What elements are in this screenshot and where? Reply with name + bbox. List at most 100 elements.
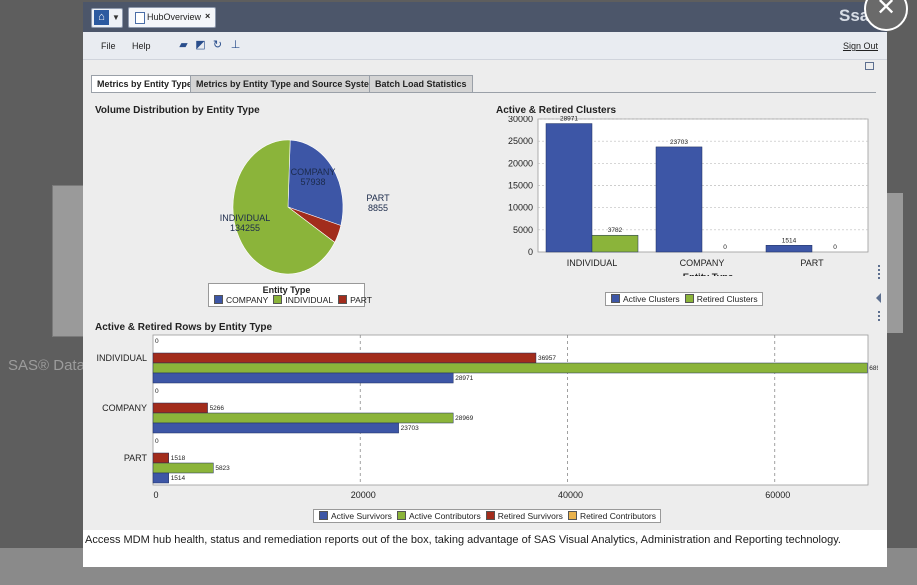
rows-bar-active-survivors-individual bbox=[152, 372, 454, 384]
rows-data-label: 36957 bbox=[538, 355, 556, 362]
rows-bar-active-survivors-part bbox=[152, 472, 169, 484]
rows-data-label: 28969 bbox=[455, 415, 473, 422]
rows-data-label: 68927 bbox=[869, 365, 878, 372]
pie-legend-title: Entity Type bbox=[262, 285, 311, 295]
refresh-icon[interactable]: ↻ bbox=[212, 40, 223, 51]
rows-data-label: 1514 bbox=[171, 475, 186, 482]
clusters-data-label: 23703 bbox=[670, 139, 688, 146]
pie-legend-swatch-individual bbox=[273, 295, 283, 304]
clusters-y-tick: 5000 bbox=[513, 225, 533, 235]
tab-batch-load-statistics[interactable]: Batch Load Statistics bbox=[369, 75, 473, 93]
tab-metrics-by-entity-type[interactable]: Metrics by Entity Type bbox=[91, 75, 198, 93]
rows-bar-active-contributors-individual bbox=[152, 362, 868, 374]
rows-bar-active-survivors-company bbox=[152, 422, 399, 434]
rows-x-tick: 40000 bbox=[558, 490, 583, 500]
rows-legend-label-active-survivors: Active Survivors bbox=[331, 511, 392, 521]
pie-legend-items: COMPANY INDIVIDUAL PART bbox=[209, 295, 372, 305]
chevron-down-icon[interactable]: ▼ bbox=[112, 13, 120, 22]
rows-x-tick: 0 bbox=[153, 490, 158, 500]
clusters-x-tick: PART bbox=[800, 258, 824, 268]
clusters-y-tick: 0 bbox=[528, 247, 533, 257]
app-title-bar: ⌂ ▼ HubOverview × Ssas bbox=[83, 2, 887, 32]
sign-out-link[interactable]: Sign Out bbox=[843, 41, 878, 51]
rows-bar-retired-survivors-company bbox=[152, 402, 208, 414]
report-content: Metrics by Entity Type Metrics by Entity… bbox=[83, 60, 887, 530]
clusters-data-label: 0 bbox=[723, 244, 727, 251]
pie-legend-swatch-company bbox=[214, 295, 223, 304]
rows-y-tick: PART bbox=[124, 453, 148, 463]
background-caption: SAS® Data bbox=[8, 357, 85, 374]
rows-legend-swatch-active-contributors bbox=[396, 511, 406, 520]
tree-icon[interactable]: ⊥ bbox=[230, 40, 241, 51]
screenshot-caption: Access MDM hub health, status and remedi… bbox=[85, 534, 841, 546]
rows-bar-chart: 0 20000 40000 60000 0 36957 68927 28971 INDIVIDU… bbox=[96, 334, 878, 500]
tab-metrics-by-entity-type-and-source[interactable]: Metrics by Entity Type and Source System bbox=[190, 75, 383, 93]
hub-overview-tab[interactable]: HubOverview × bbox=[128, 7, 216, 28]
pie-value-company: 57938 bbox=[300, 177, 325, 187]
document-icon bbox=[135, 12, 145, 24]
rows-legend-label-retired-contributors: Retired Contributors bbox=[579, 511, 656, 521]
clusters-y-tick: 10000 bbox=[508, 203, 533, 213]
clusters-data-label: 1514 bbox=[782, 237, 797, 244]
maximize-icon[interactable] bbox=[865, 62, 874, 70]
tab-panel-border bbox=[91, 92, 876, 93]
clusters-bar-chart: 0 5000 10000 15000 20000 25000 30000 28971 3782 I… bbox=[508, 116, 869, 276]
folder-open-icon[interactable]: ▰ bbox=[178, 40, 189, 51]
clusters-y-tick: 15000 bbox=[508, 181, 533, 191]
rows-legend-swatch-retired-contributors bbox=[567, 511, 577, 520]
tab-close-icon[interactable]: × bbox=[205, 11, 210, 21]
rows-data-label: 5823 bbox=[215, 465, 230, 472]
clusters-data-label: 28971 bbox=[560, 116, 578, 123]
rows-data-label: 0 bbox=[155, 388, 159, 395]
background-thumbnail bbox=[52, 185, 86, 337]
clusters-x-axis-label: Entity Type bbox=[683, 272, 734, 276]
hub-overview-tab-label: HubOverview bbox=[147, 12, 202, 22]
clusters-x-tick: INDIVIDUAL bbox=[567, 258, 618, 268]
pie-label-part: PART bbox=[366, 193, 390, 203]
pie-label-company: COMPANY bbox=[291, 167, 336, 177]
rows-y-tick: COMPANY bbox=[102, 403, 147, 413]
clusters-bar-active-clusters-company bbox=[655, 146, 703, 253]
rows-legend-label-active-contributors: Active Contributors bbox=[408, 511, 481, 521]
pie-chart-title: Volume Distribution by Entity Type bbox=[95, 105, 260, 116]
rows-data-label: 5266 bbox=[210, 405, 225, 412]
clusters-legend: Active Clusters Retired Clusters bbox=[605, 292, 763, 306]
rows-legend-swatch-active-survivors bbox=[319, 511, 328, 520]
rows-data-label: 0 bbox=[155, 338, 159, 345]
menu-bar: File Help ▰ ◩ ↻ ⊥ Sign Out bbox=[83, 32, 887, 60]
rows-data-label: 0 bbox=[155, 438, 159, 445]
background-thumbnail-right bbox=[886, 193, 903, 333]
rows-bar-retired-survivors-individual bbox=[152, 352, 537, 364]
rows-legend: Active Survivors Active Contributors Retir… bbox=[313, 509, 661, 523]
clusters-y-tick: 20000 bbox=[508, 158, 533, 168]
menu-file[interactable]: File bbox=[101, 41, 116, 51]
rows-legend-items: Active Survivors Active Contributors Retir… bbox=[314, 511, 656, 521]
pie-label-individual: INDIVIDUAL bbox=[220, 213, 271, 223]
pie-legend-label-part: PART bbox=[350, 295, 372, 305]
pie-legend: Entity Type COMPANY INDIVIDUAL PART bbox=[208, 283, 372, 307]
rows-y-tick: INDIVIDUAL bbox=[96, 353, 147, 363]
clusters-y-tick: 30000 bbox=[508, 116, 533, 124]
clusters-y-tick: 25000 bbox=[508, 136, 533, 146]
rows-x-tick: 20000 bbox=[351, 490, 376, 500]
clusters-data-label: 0 bbox=[833, 244, 837, 251]
pie-value-individual: 134255 bbox=[230, 223, 260, 233]
clusters-data-label: 3782 bbox=[608, 227, 623, 234]
report-icon[interactable]: ◩ bbox=[195, 40, 206, 51]
menu-help[interactable]: Help bbox=[132, 41, 151, 51]
rows-legend-label-retired-survivors: Retired Survivors bbox=[497, 511, 563, 521]
pie-legend-swatch-part bbox=[338, 295, 348, 304]
pie-legend-label-company: COMPANY bbox=[226, 295, 269, 305]
side-panel-handle[interactable] bbox=[875, 265, 883, 325]
home-icon: ⌂ bbox=[94, 10, 109, 25]
pie-legend-label-individual: INDIVIDUAL bbox=[285, 295, 334, 305]
rows-data-label: 1518 bbox=[171, 455, 186, 462]
clusters-bar-retired-clusters-individual bbox=[591, 234, 639, 253]
home-button[interactable]: ⌂ ▼ bbox=[91, 8, 123, 28]
clusters-x-tick: COMPANY bbox=[680, 258, 725, 268]
pie-value-part: 8855 bbox=[368, 203, 388, 213]
lightbox: ⌂ ▼ HubOverview × Ssas File Help ▰ ◩ ↻ ⊥… bbox=[83, 2, 887, 567]
clusters-legend-label-active-clusters: Active Clusters bbox=[623, 294, 680, 304]
clusters-bar-active-clusters-individual bbox=[545, 123, 593, 253]
rows-legend-swatch-retired-survivors bbox=[485, 511, 495, 520]
